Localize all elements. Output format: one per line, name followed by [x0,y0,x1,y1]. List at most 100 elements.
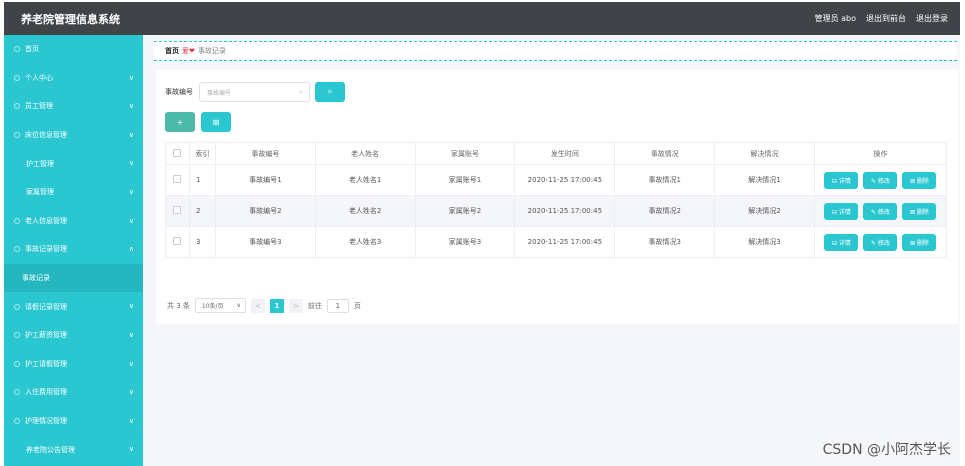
chevron-down-icon: ∨ [128,388,134,397]
content-panel: 事故编号 事故编号 ⌕ ⌕ + ⊠ 索引 事故编号 老人姓名 家属账号 发生时间… [156,70,958,324]
cell-time: 2020-11-25 17:00:45 [514,226,616,258]
sidebar-item-staff[interactable]: 员工管理 ∨ [4,92,143,121]
page-suffix: 页 [353,301,361,310]
logout-link[interactable]: 退出登录 [916,13,948,24]
col-header: 索引 [188,142,216,165]
page-size-select[interactable]: 10条/页 ∨ [194,298,246,313]
delete-button[interactable]: ⊠ [201,112,231,132]
detail-button[interactable]: ⊟ 详情 [824,233,859,251]
row-select[interactable] [165,164,190,196]
sidebar-item-home[interactable]: 首页 [4,35,143,64]
chevron-down-icon: ∨ [128,416,134,425]
sidebar-item-label: 养老院公告管理 [26,445,75,454]
row-index: 2 [188,195,216,227]
edit-button[interactable]: ✎ 修改 [863,202,898,220]
sidebar-item-elderly[interactable]: 老人信息管理 ∨ [4,207,143,236]
admin-user-link[interactable]: 管理员 abo [815,13,856,24]
table-row: 2 事故编号2 老人姓名2 家属账号2 2020-11-25 17:00:45 … [165,195,948,227]
sidebar-item-label: 个人中心 [25,73,53,82]
col-header: 家属账号 [414,142,516,165]
sidebar-item-announcements[interactable]: 养老院公告管理 ∨ [4,435,143,464]
row-index: 1 [188,164,216,196]
nursing-icon [14,418,20,425]
search-label: 事故编号 [165,88,193,96]
cell-situation: 事故情况2 [614,195,716,227]
goto-page-input[interactable]: 1 [326,298,349,313]
app-title: 养老院管理信息系统 [21,13,120,26]
page-size-value: 10条/页 [201,303,224,310]
salary-icon [14,332,20,339]
app-root: 养老院管理信息系统 管理员 abo 退出到前台 退出登录 首页 个人中心 ∨ 员工… [0,0,965,466]
sidebar-item-accident-records-mgmt[interactable]: 事故记录管理 ∧ [4,235,143,264]
exit-to-frontend-link[interactable]: 退出到前台 [866,13,906,24]
cell-resolution: 解决情况3 [714,226,815,258]
plus-icon: + [176,117,184,127]
sidebar-item-nursing-status[interactable]: 护理情况管理 ∨ [4,407,143,436]
sidebar-item-checkin-fees[interactable]: 入住费用管理 ∨ [4,378,143,407]
checkbox-icon[interactable] [173,206,182,214]
elderly-icon [14,217,20,224]
chevron-down-icon: ∨ [128,302,134,311]
checkbox-icon[interactable] [173,237,182,245]
edit-button[interactable]: ✎ 修改 [863,233,898,251]
chevron-down-icon: ∨ [236,302,241,309]
goto-label: 前往 [307,301,322,310]
page-number-button[interactable]: 1 [269,298,284,313]
search-input[interactable]: 事故编号 ⌕ [199,82,310,102]
fee-icon [14,389,20,396]
row-delete-button[interactable]: ⊠ 删除 [902,202,937,220]
detail-button[interactable]: ⊟ 详情 [824,171,859,189]
chevron-down-icon: ∨ [128,130,134,139]
sidebar-item-label: 老人信息管理 [25,216,67,225]
add-button[interactable]: + [165,112,195,132]
breadcrumb-home[interactable]: 首页 [165,46,179,56]
edit-button[interactable]: ✎ 修改 [863,171,898,189]
checkbox-icon[interactable] [173,148,182,157]
row-select[interactable] [165,195,190,227]
sidebar: 首页 个人中心 ∨ 员工管理 ∨ 床位信息管理 ∨ 护工管理 ∨ 家属管理 ∨ 老人信息管… [4,35,143,466]
next-page-button[interactable]: > [288,298,303,313]
cell-situation: 事故情况1 [614,164,716,196]
sidebar-item-label: 护工请假管理 [25,359,67,368]
chevron-down-icon: ∨ [128,159,134,168]
accident-icon [14,246,20,253]
sidebar-item-accident-records[interactable]: 事故记录 [4,263,143,293]
sidebar-item-label: 护工薪资管理 [25,331,67,340]
cell-code: 事故编号1 [214,164,316,196]
watermark: CSDN @小阿杰学长 [822,442,951,458]
checkbox-icon[interactable] [173,175,182,183]
table-row: 3 事故编号3 老人姓名3 家属账号3 2020-11-25 17:00:45 … [165,226,948,258]
cell-account: 家属账号2 [414,195,516,227]
sidebar-item-leave-records[interactable]: 请假记录管理 ∨ [4,292,143,321]
sidebar-item-beds[interactable]: 床位信息管理 ∨ [4,121,143,150]
cell-name: 老人姓名1 [314,164,416,196]
sidebar-item-caregiver-salary[interactable]: 护工薪资管理 ∨ [4,321,143,350]
search-button[interactable]: ⌕ [315,82,345,102]
sidebar-item-label: 入住费用管理 [25,388,67,397]
sidebar-item-family[interactable]: 家属管理 ∨ [4,178,143,207]
accident-table: 索引 事故编号 老人姓名 家属账号 发生时间 事故情况 解决情况 操作 1 事故… [165,142,948,258]
caregiver-leave-icon [14,360,20,367]
prev-page-button[interactable]: < [250,298,265,313]
chevron-down-icon: ∨ [128,330,134,339]
cell-account: 家属账号1 [414,164,516,196]
detail-button[interactable]: ⊟ 详情 [824,202,859,220]
sidebar-item-personal-center[interactable]: 个人中心 ∨ [4,64,143,93]
row-select[interactable] [165,226,190,258]
col-header: 事故编号 [214,142,316,165]
search-icon: ⌕ [327,87,333,97]
pagination: 共 3 条 10条/页 ∨ < 1 > 前往 1 页 [167,298,361,313]
cell-actions: ⊟ 详情 ✎ 修改 ⊠ 删除 [813,164,948,196]
chevron-down-icon: ∨ [128,102,134,111]
top-header: 养老院管理信息系统 管理员 abo 退出到前台 退出登录 [4,2,960,35]
row-delete-button[interactable]: ⊠ 删除 [902,171,937,189]
sidebar-item-label: 家属管理 [26,188,54,197]
row-delete-button[interactable]: ⊠ 删除 [902,233,937,251]
cell-time: 2020-11-25 17:00:45 [514,164,616,196]
trash-icon: ⊠ [212,117,220,127]
col-header: 解决情况 [714,142,815,165]
sidebar-item-caregiver-leave[interactable]: 护工请假管理 ∨ [4,350,143,379]
sidebar-item-caregivers[interactable]: 护工管理 ∨ [4,149,143,178]
select-all-cell[interactable] [165,142,190,165]
search-placeholder: 事故编号 [207,89,232,97]
